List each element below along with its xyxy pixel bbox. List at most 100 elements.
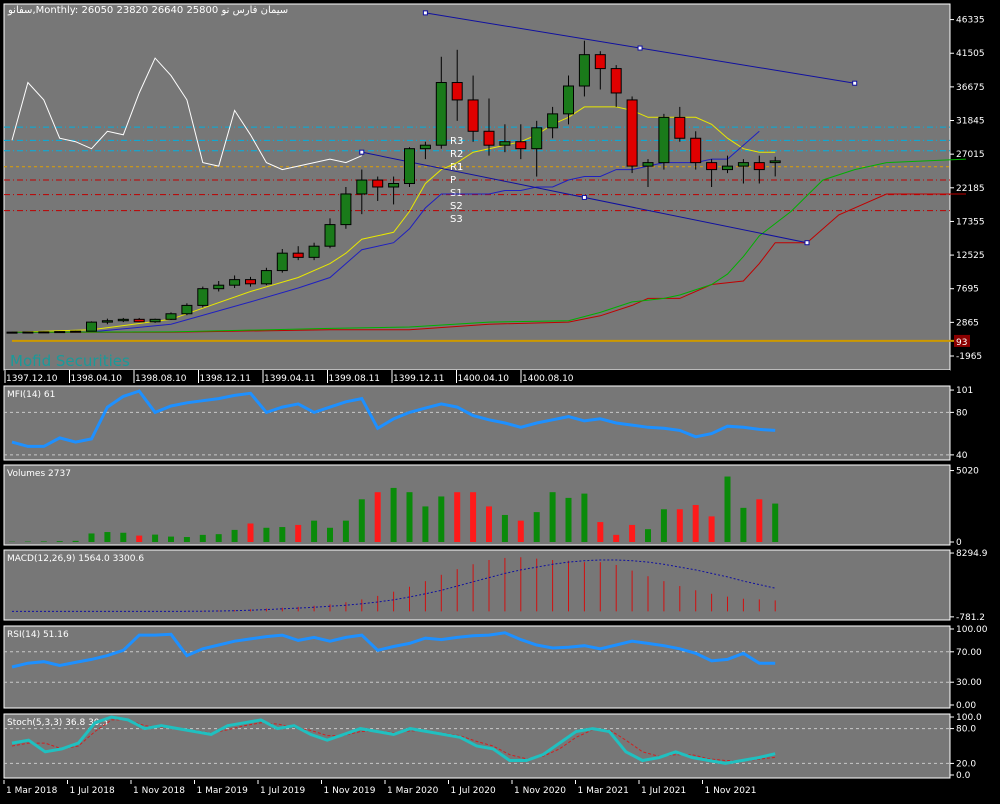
rsi-y-tick-label: 30.00 [956, 678, 982, 688]
volume-bar [41, 541, 47, 542]
volume-bar [375, 492, 381, 542]
main-x-tick-label: 1400.04.10 [458, 374, 510, 384]
trendline-handle [360, 150, 364, 154]
volume-bar [327, 528, 333, 542]
bottom-x-tick-label: 1 Mar 2021 [578, 786, 629, 796]
pane-rsi-background [4, 626, 950, 708]
volume-bar [407, 492, 413, 542]
candle-body [436, 83, 446, 146]
pane-volume-background [4, 465, 950, 545]
candle-body [532, 128, 542, 149]
stoch-y-tick-label: 100.0 [956, 713, 982, 723]
rsi-title: RSI(14) 51.16 [7, 630, 69, 640]
volume-bar [597, 522, 603, 542]
main-x-tick-label: 1399.04.11 [264, 374, 316, 384]
chart-svg[interactable]: 4633541505366753184527015221851735512525… [0, 0, 1000, 800]
macd-title: MACD(12,26,9) 1564.0 3300.6 [7, 554, 144, 564]
volume-bar [295, 525, 301, 542]
candle-body [468, 100, 478, 131]
candle-body [659, 117, 669, 162]
volume-bar [104, 532, 110, 542]
candle-body [675, 117, 685, 138]
candle-body [150, 319, 160, 321]
bottom-x-tick-label: 1 Nov 2018 [133, 786, 185, 796]
volume-bar [772, 504, 778, 542]
volume-bar [534, 512, 540, 542]
volume-bar [136, 536, 142, 542]
volume-bar [454, 492, 460, 542]
candle-body [357, 180, 367, 194]
bottom-x-tick-label: 1 Mar 2018 [6, 786, 58, 796]
candle-body [118, 319, 128, 320]
mfi-y-tick-label: 80 [956, 408, 968, 418]
volume-bar [248, 524, 254, 543]
pivot-label-P: P [450, 175, 456, 186]
candle-body [182, 305, 192, 313]
bottom-x-tick-label: 1 Nov 2020 [514, 786, 566, 796]
main-y-tick-label: 2865 [956, 318, 979, 328]
candle-body [246, 280, 256, 284]
volume-bar [566, 498, 572, 542]
candle-body [102, 321, 112, 322]
candle-body [71, 331, 81, 332]
bottom-x-tick-label: 1 Mar 2020 [387, 786, 439, 796]
volume-bar [263, 528, 269, 542]
volume-bar [152, 535, 158, 542]
symbol-label: سفانو,Monthly: 26050 23820 26640 25800 س… [7, 5, 288, 16]
candle-body [500, 142, 510, 145]
pane-main-background [4, 4, 950, 370]
main-x-tick-label: 1400.08.10 [522, 374, 574, 384]
main-x-tick-label: 1398.08.10 [135, 374, 187, 384]
candle-body [55, 332, 65, 333]
pane-mfi-background [4, 386, 950, 460]
main-y-tick-label: 46335 [956, 16, 985, 26]
pivot-label-R3: R3 [450, 136, 463, 147]
volume-y-tick-label: 5020 [956, 467, 979, 477]
trendline-handle [423, 11, 427, 15]
volume-bar [279, 527, 285, 542]
candle-body [87, 322, 97, 331]
main-y-tick-label: -1965 [956, 352, 982, 362]
candle-body [484, 131, 494, 145]
volume-bar [89, 533, 95, 542]
volume-bar [438, 496, 444, 542]
main-x-tick-label: 1398.04.10 [71, 374, 123, 384]
candle-body [134, 319, 144, 321]
candle-body [373, 180, 383, 187]
candle-body [564, 86, 574, 114]
volume-bar [677, 509, 683, 542]
volume-bar [120, 533, 126, 542]
main-x-tick-label: 1397.12.10 [6, 374, 58, 384]
candle-body [39, 332, 49, 333]
candle-body [325, 225, 335, 247]
pane-macd-background [4, 550, 950, 620]
bottom-x-tick-label: 1 Jul 2020 [451, 786, 496, 796]
candle-body [214, 285, 224, 288]
volume-bar [502, 515, 508, 542]
trendline-handle [853, 81, 857, 85]
candle-body [770, 161, 780, 163]
current-price-label: 93 [956, 338, 967, 348]
candle-body [516, 142, 526, 149]
volume-bar [518, 521, 524, 542]
candle-body [738, 163, 748, 166]
volume-bar [709, 516, 715, 542]
main-y-tick-label: 31845 [956, 117, 985, 127]
volume-bar [661, 509, 667, 542]
candle-body [309, 246, 319, 257]
volume-bar [216, 534, 222, 542]
volume-bar [725, 477, 731, 542]
candle-body [261, 271, 271, 284]
volume-bar [470, 492, 476, 542]
pivot-label-S2: S2 [450, 201, 463, 212]
bottom-x-tick-label: 1 Jul 2021 [641, 786, 686, 796]
volume-bar [581, 494, 587, 542]
volume-bar [73, 541, 79, 542]
main-y-tick-label: 27015 [956, 150, 985, 160]
rsi-y-tick-label: 70.00 [956, 648, 982, 658]
candle-body [643, 163, 653, 166]
candle-body [452, 83, 462, 100]
volume-bar [629, 525, 635, 542]
volume-bar [168, 537, 174, 542]
main-y-tick-label: 7695 [956, 285, 979, 295]
